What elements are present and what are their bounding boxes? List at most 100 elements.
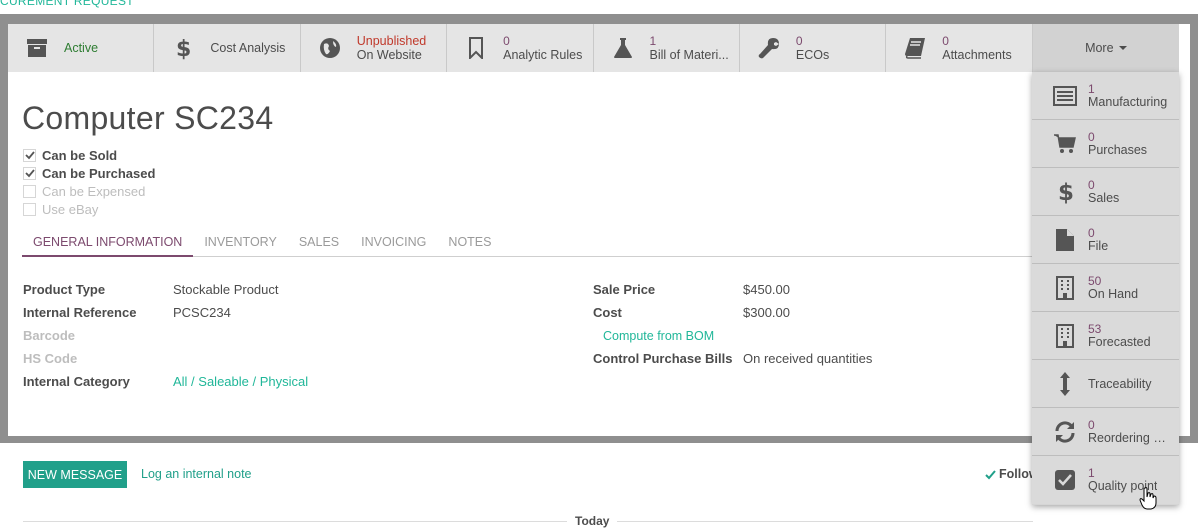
list-icon <box>1052 83 1078 109</box>
file-icon <box>1052 227 1078 253</box>
flask-icon <box>610 35 636 61</box>
svg-text:$: $ <box>1058 180 1073 205</box>
field-label: Cost <box>593 305 622 320</box>
dropdown-item-manufacturing[interactable]: 1 Manufacturing <box>1032 72 1179 120</box>
website-status: Unpublished <box>356 34 427 48</box>
tab-inventory[interactable]: INVENTORY <box>193 230 287 257</box>
checkbox-icon <box>1052 467 1078 493</box>
reordering-count: 0 <box>1088 417 1095 432</box>
use-ebay-option[interactable]: Use eBay <box>23 200 155 218</box>
field-row-control-purchase-bills: Control Purchase Bills On received quant… <box>593 347 872 370</box>
field-row-compute: Compute from BOM <box>593 324 872 347</box>
dropdown-item-purchases[interactable]: 0 Purchases <box>1032 120 1179 168</box>
active-button[interactable]: Active <box>8 24 155 72</box>
file-label: File <box>1088 239 1109 253</box>
tab-general-information[interactable]: GENERAL INFORMATION <box>22 230 194 257</box>
field-row-barcode: Barcode <box>23 324 308 347</box>
option-label: Can be Purchased <box>42 165 156 181</box>
internal-category-link[interactable]: All / Saleable / Physical <box>173 374 308 389</box>
breadcrumb[interactable]: CUREMENT REQUEST <box>0 0 134 8</box>
dropdown-item-sales[interactable]: $ 0 Sales <box>1032 168 1179 216</box>
general-fields-right: Sale Price $450.00 Cost $300.00 Compute … <box>593 278 872 370</box>
check-icon <box>985 469 996 479</box>
ecos-button[interactable]: 0 ECOs <box>739 24 887 72</box>
dollar-icon: $ <box>170 35 196 61</box>
more-label: More <box>1085 41 1114 55</box>
field-row-internal-category: Internal Category All / Saleable / Physi… <box>23 370 308 393</box>
checkbox-empty-icon[interactable] <box>23 184 36 198</box>
website-label: On Website <box>356 48 422 62</box>
refresh-icon <box>1052 419 1078 445</box>
active-label: Active <box>64 41 99 55</box>
dropdown-item-file[interactable]: 0 File <box>1032 216 1179 264</box>
dropdown-item-forecasted[interactable]: 53 Forecasted <box>1032 312 1179 360</box>
dropdown-item-traceability[interactable]: Traceability <box>1032 360 1179 408</box>
manufacturing-count: 1 <box>1088 81 1095 96</box>
compute-from-bom-link[interactable]: Compute from BOM <box>603 329 714 343</box>
analytic-rules-button[interactable]: 0 Analytic Rules <box>447 24 594 72</box>
field-label: Sale Price <box>593 282 656 297</box>
field-label: Product Type <box>23 282 106 297</box>
on-hand-count: 50 <box>1088 273 1102 288</box>
form-tabs: GENERAL INFORMATION INVENTORY SALES INVO… <box>22 230 1032 257</box>
quality-point-count: 1 <box>1088 466 1095 480</box>
cost-value[interactable]: $300.00 <box>743 305 790 320</box>
tab-invoicing[interactable]: INVOICING <box>350 230 437 257</box>
product-name[interactable]: Computer SC234 <box>22 100 273 137</box>
bom-button[interactable]: 1 Bill of Materi... <box>593 24 740 72</box>
sales-label: Sales <box>1088 191 1120 205</box>
new-message-button[interactable]: NEW MESSAGE <box>23 461 127 488</box>
field-label: Internal Reference <box>23 305 137 320</box>
more-button[interactable]: More <box>1032 24 1179 72</box>
book-icon <box>902 35 928 61</box>
checkbox-empty-icon[interactable] <box>23 202 36 216</box>
smart-button-box: Active $ Cost Analysis Unpublished On We… <box>8 24 1179 72</box>
cart-icon <box>1052 131 1078 157</box>
wrench-icon <box>756 35 782 61</box>
internal-reference-value[interactable]: PCSC234 <box>173 305 231 320</box>
hand-cursor-icon <box>1139 487 1157 510</box>
attachments-label: Attachments <box>942 48 1012 62</box>
svg-text:$: $ <box>176 37 191 60</box>
option-label: Use eBay <box>42 201 99 217</box>
control-purchase-bills-value[interactable]: On received quantities <box>743 351 872 366</box>
purchases-label: Purchases <box>1088 143 1148 157</box>
product-type-value[interactable]: Stockable Product <box>173 282 279 297</box>
field-row-cost: Cost $300.00 <box>593 301 872 324</box>
dropdown-item-on-hand[interactable]: 50 On Hand <box>1032 264 1179 312</box>
dropdown-item-reordering-rules[interactable]: 0 Reordering R... <box>1032 408 1179 456</box>
attachments-button[interactable]: 0 Attachments <box>886 24 1033 72</box>
chatter <box>0 443 1198 523</box>
cost-analysis-button[interactable]: $ Cost Analysis <box>154 24 301 72</box>
tab-sales[interactable]: SALES <box>288 230 350 257</box>
building-icon <box>1052 275 1078 301</box>
field-row-internal-reference: Internal Reference PCSC234 <box>23 301 308 324</box>
can-be-expensed-option[interactable]: Can be Expensed <box>23 182 155 200</box>
manufacturing-label: Manufacturing <box>1088 95 1168 109</box>
attachments-count: 0 <box>942 34 949 48</box>
field-label: Control Purchase Bills <box>593 351 733 366</box>
log-note-link[interactable]: Log an internal note <box>141 467 252 481</box>
option-label: Can be Expensed <box>42 183 146 199</box>
product-options: Can be Sold Can be Purchased Can be Expe… <box>23 146 155 218</box>
today-label: Today <box>567 514 618 528</box>
field-row-hs-code: HS Code <box>23 347 308 370</box>
checkbox-checked-icon[interactable] <box>23 166 36 180</box>
follow-button[interactable]: Follow <box>985 467 1039 481</box>
checkbox-checked-icon[interactable] <box>23 148 36 162</box>
tab-notes[interactable]: NOTES <box>437 230 502 257</box>
can-be-sold-option[interactable]: Can be Sold <box>23 146 155 164</box>
sales-count: 0 <box>1088 177 1095 192</box>
field-label: HS Code <box>23 351 78 366</box>
general-fields-left: Product Type Stockable Product Internal … <box>23 278 308 393</box>
field-label: Internal Category <box>23 374 130 389</box>
sale-price-value[interactable]: $450.00 <box>743 282 790 297</box>
forecasted-count: 53 <box>1088 321 1102 336</box>
field-label: Barcode <box>23 328 76 343</box>
can-be-purchased-option[interactable]: Can be Purchased <box>23 164 155 182</box>
forecasted-label: Forecasted <box>1088 335 1151 349</box>
website-button[interactable]: Unpublished On Website <box>300 24 448 72</box>
cost-analysis-label: Cost Analysis <box>210 41 286 55</box>
top-strip: CUREMENT REQUEST <box>0 0 1198 14</box>
on-hand-label: On Hand <box>1088 287 1139 301</box>
